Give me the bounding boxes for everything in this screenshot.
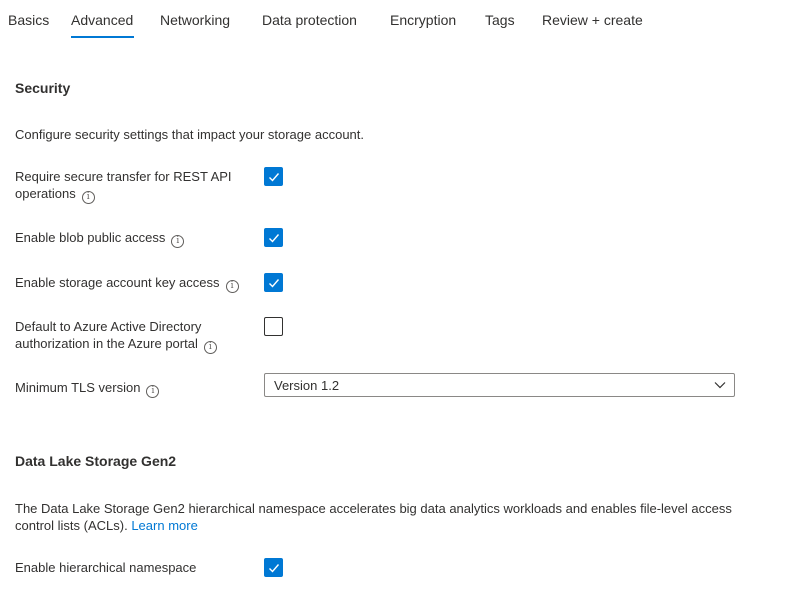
data-lake-heading: Data Lake Storage Gen2 xyxy=(15,453,177,469)
tab-networking[interactable]: Networking xyxy=(160,12,230,28)
tab-basics[interactable]: Basics xyxy=(8,12,49,28)
tab-encryption[interactable]: Encryption xyxy=(390,12,456,28)
blob-public-access-text: Enable blob public access xyxy=(15,230,166,245)
hierarchical-namespace-text: Enable hierarchical namespace xyxy=(15,560,197,575)
info-icon[interactable]: i xyxy=(146,385,160,398)
chevron-down-icon xyxy=(714,382,726,389)
tab-data-protection[interactable]: Data protection xyxy=(262,12,357,28)
account-key-access-label: Enable storage account key access i xyxy=(15,274,239,293)
tab-tags[interactable]: Tags xyxy=(485,12,515,28)
account-key-access-checkbox[interactable] xyxy=(264,273,283,292)
tab-advanced[interactable]: Advanced xyxy=(71,12,133,28)
security-heading: Security xyxy=(15,80,71,96)
hierarchical-namespace-label: Enable hierarchical namespace xyxy=(15,559,196,576)
tab-bar: Basics Advanced Networking Data protecti… xyxy=(0,0,786,42)
checkmark-icon xyxy=(269,173,280,182)
active-tab-indicator xyxy=(71,36,134,38)
aad-authorization-checkbox[interactable] xyxy=(264,317,283,336)
secure-transfer-checkbox[interactable] xyxy=(264,167,283,186)
data-lake-description-text: The Data Lake Storage Gen2 hierarchical … xyxy=(15,501,732,533)
tls-version-label: Minimum TLS version i xyxy=(15,379,160,398)
checkmark-icon xyxy=(269,234,280,243)
tls-version-value: Version 1.2 xyxy=(274,378,340,393)
tls-version-text: Minimum TLS version xyxy=(15,380,141,395)
account-key-access-text: Enable storage account key access xyxy=(15,275,220,290)
data-lake-description: The Data Lake Storage Gen2 hierarchical … xyxy=(15,500,740,534)
hierarchical-namespace-checkbox[interactable] xyxy=(264,558,283,577)
secure-transfer-label: Require secure transfer for REST API ope… xyxy=(15,168,240,204)
tls-version-dropdown[interactable]: Version 1.2 xyxy=(264,373,735,397)
blob-public-access-label: Enable blob public access i xyxy=(15,229,185,248)
info-icon[interactable]: i xyxy=(81,191,95,204)
checkmark-icon xyxy=(269,279,280,288)
blob-public-access-checkbox[interactable] xyxy=(264,228,283,247)
secure-transfer-text: Require secure transfer for REST API ope… xyxy=(15,169,232,201)
info-icon[interactable]: i xyxy=(225,280,239,293)
security-description: Configure security settings that impact … xyxy=(15,127,365,142)
checkmark-icon xyxy=(269,564,280,573)
info-icon[interactable]: i xyxy=(203,341,217,354)
learn-more-link[interactable]: Learn more xyxy=(131,518,197,533)
info-icon[interactable]: i xyxy=(171,235,185,248)
tab-review-create[interactable]: Review + create xyxy=(542,12,643,28)
aad-authorization-text: Default to Azure Active Directory author… xyxy=(15,319,202,351)
aad-authorization-label: Default to Azure Active Directory author… xyxy=(15,318,235,354)
